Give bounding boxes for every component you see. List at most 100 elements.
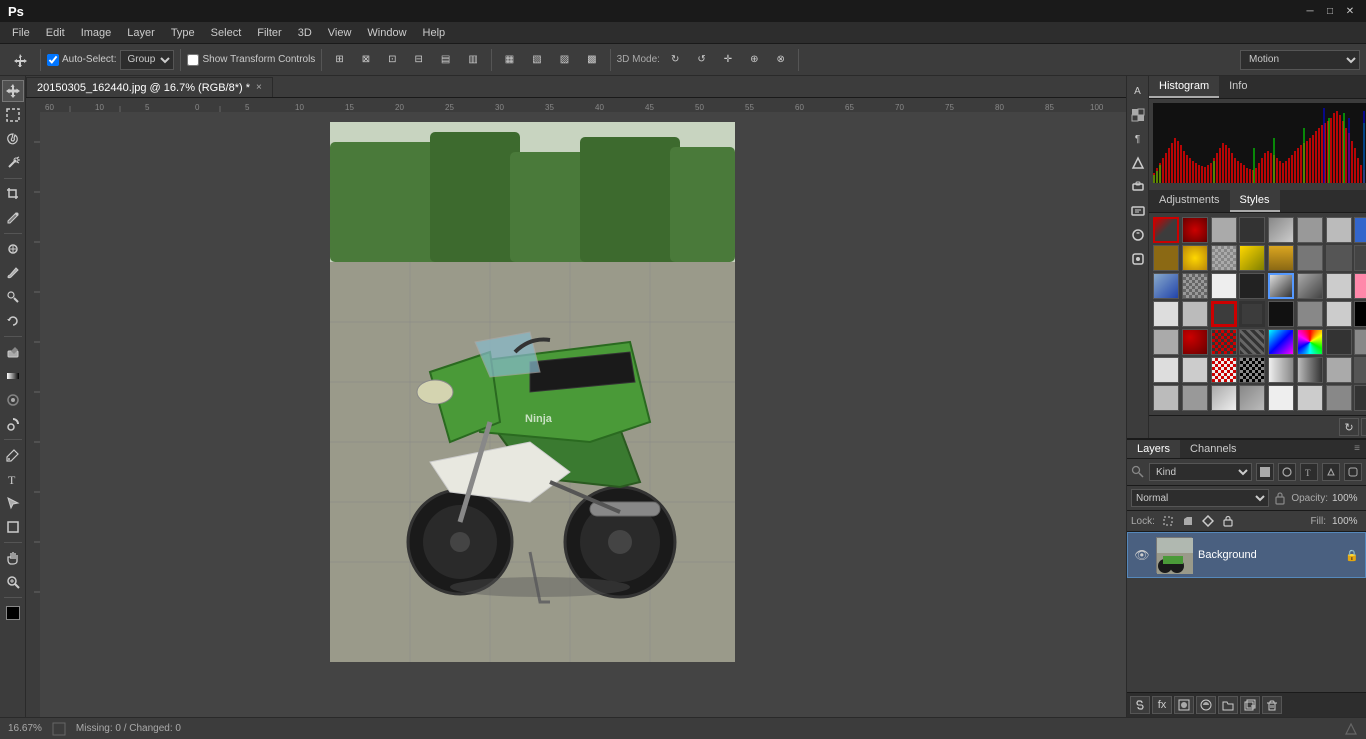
style-swatch-23[interactable]: [1326, 273, 1352, 299]
document-tab[interactable]: 20150305_162440.jpg @ 16.7% (RGB/8*) * ×: [26, 77, 273, 97]
clone-stamp-tool[interactable]: [2, 286, 24, 308]
shape-tool[interactable]: [2, 516, 24, 538]
layers-kind-select[interactable]: Kind: [1149, 463, 1252, 481]
blend-mode-select[interactable]: Normal Multiply Screen Overlay: [1131, 489, 1269, 507]
style-swatch-45[interactable]: [1268, 357, 1294, 383]
menu-select[interactable]: Select: [203, 25, 250, 41]
style-swatch-24[interactable]: [1354, 273, 1366, 299]
style-swatch-17[interactable]: [1153, 273, 1179, 299]
distribute-h-btn[interactable]: ▦: [498, 51, 521, 68]
align-right-btn[interactable]: ⊡: [381, 51, 403, 68]
style-swatch-51[interactable]: [1211, 385, 1237, 411]
style-swatch-33[interactable]: [1153, 329, 1179, 355]
history-brush-tool[interactable]: [2, 310, 24, 332]
styles-recycle-btn[interactable]: ↻: [1339, 418, 1359, 436]
menu-filter[interactable]: Filter: [249, 25, 289, 41]
transform-checkbox[interactable]: [187, 54, 199, 66]
histogram-tab[interactable]: Histogram: [1149, 76, 1219, 98]
motion-select[interactable]: Motion: [1240, 50, 1360, 70]
style-swatch-16[interactable]: [1354, 245, 1366, 271]
style-swatch-44[interactable]: [1239, 357, 1265, 383]
align-center-h-btn[interactable]: ⊠: [355, 51, 377, 68]
new-group-btn[interactable]: [1218, 696, 1238, 714]
layer-visibility-btn[interactable]: 👁: [1134, 547, 1150, 563]
style-swatch-37[interactable]: [1268, 329, 1294, 355]
distribute-c-btn[interactable]: ▨: [553, 51, 576, 68]
style-swatch-43[interactable]: [1211, 357, 1237, 383]
lock-all-btn[interactable]: [1221, 514, 1235, 528]
style-swatch-49[interactable]: [1153, 385, 1179, 411]
style-swatch-1[interactable]: [1153, 217, 1179, 243]
menu-view[interactable]: View: [320, 25, 360, 41]
new-layer-btn[interactable]: [1240, 696, 1260, 714]
zoom-tool[interactable]: [2, 571, 24, 593]
style-swatch-2[interactable]: [1182, 217, 1208, 243]
menu-3d[interactable]: 3D: [290, 25, 320, 41]
layer-item[interactable]: 👁 Background 🔒: [1127, 532, 1366, 578]
style-swatch-14[interactable]: [1297, 245, 1323, 271]
style-swatch-38[interactable]: [1297, 329, 1323, 355]
styles-delete-btn[interactable]: 🗑: [1361, 418, 1366, 436]
ai-btn-7[interactable]: [1127, 224, 1149, 246]
foreground-color-swatch[interactable]: [2, 602, 24, 624]
autoselect-checkbox[interactable]: [47, 54, 59, 66]
move-tool-btn[interactable]: [6, 50, 34, 70]
style-swatch-55[interactable]: [1326, 385, 1352, 411]
layers-filter-adj-btn[interactable]: [1278, 463, 1296, 481]
canvas-content[interactable]: Ninja: [40, 112, 1126, 717]
style-swatch-15[interactable]: [1326, 245, 1352, 271]
3d-rotate-btn[interactable]: ↻: [664, 51, 686, 68]
info-tab[interactable]: Info: [1219, 76, 1257, 98]
style-swatch-8[interactable]: [1354, 217, 1366, 243]
style-swatch-6[interactable]: [1297, 217, 1323, 243]
style-swatch-13[interactable]: [1268, 245, 1294, 271]
style-swatch-50[interactable]: [1182, 385, 1208, 411]
layers-filter-type-btn[interactable]: T: [1300, 463, 1318, 481]
style-swatch-48[interactable]: [1354, 357, 1366, 383]
lock-pixels-btn[interactable]: [1181, 514, 1195, 528]
eyedropper-tool[interactable]: [2, 207, 24, 229]
adjustments-tab[interactable]: Adjustments: [1149, 190, 1230, 212]
style-swatch-32[interactable]: [1354, 301, 1366, 327]
style-swatch-22[interactable]: [1297, 273, 1323, 299]
3d-slide-btn[interactable]: ⊕: [743, 51, 765, 68]
crop-tool[interactable]: [2, 183, 24, 205]
ai-btn-2[interactable]: [1127, 104, 1149, 126]
layers-filter-smart-btn[interactable]: [1344, 463, 1362, 481]
minimize-button[interactable]: ─: [1302, 3, 1318, 19]
style-swatch-18[interactable]: [1182, 273, 1208, 299]
style-swatch-10[interactable]: [1182, 245, 1208, 271]
style-swatch-40[interactable]: [1354, 329, 1366, 355]
lock-transparent-btn[interactable]: [1161, 514, 1175, 528]
healing-brush-tool[interactable]: [2, 238, 24, 260]
styles-tab[interactable]: Styles: [1230, 190, 1280, 212]
layers-tab[interactable]: Layers: [1127, 440, 1180, 458]
align-left-btn[interactable]: ⊞: [328, 51, 350, 68]
style-swatch-47[interactable]: [1326, 357, 1352, 383]
align-bottom-btn[interactable]: ▥: [461, 51, 484, 68]
type-tool[interactable]: T: [2, 468, 24, 490]
eraser-tool[interactable]: [2, 341, 24, 363]
ai-btn-6[interactable]: [1127, 200, 1149, 222]
style-swatch-7[interactable]: [1326, 217, 1352, 243]
lock-position-btn[interactable]: [1201, 514, 1215, 528]
style-swatch-54[interactable]: [1297, 385, 1323, 411]
menu-window[interactable]: Window: [359, 25, 414, 41]
distribute-btn[interactable]: ▩: [580, 51, 603, 68]
style-swatch-52[interactable]: [1239, 385, 1265, 411]
3d-roll-btn[interactable]: ↺: [690, 51, 712, 68]
style-swatch-30[interactable]: [1297, 301, 1323, 327]
dodge-tool[interactable]: [2, 413, 24, 435]
menu-type[interactable]: Type: [163, 25, 203, 41]
layers-filter-pixel-btn[interactable]: [1256, 463, 1274, 481]
style-swatch-53[interactable]: [1268, 385, 1294, 411]
style-swatch-31[interactable]: [1326, 301, 1352, 327]
ai-btn-4[interactable]: [1127, 152, 1149, 174]
layers-filter-shape-btn[interactable]: [1322, 463, 1340, 481]
menu-file[interactable]: File: [4, 25, 38, 41]
layers-panel-menu[interactable]: ≡: [1348, 440, 1366, 458]
style-swatch-4[interactable]: [1239, 217, 1265, 243]
pen-tool[interactable]: [2, 444, 24, 466]
distribute-v-btn[interactable]: ▧: [525, 51, 548, 68]
style-swatch-36[interactable]: [1239, 329, 1265, 355]
